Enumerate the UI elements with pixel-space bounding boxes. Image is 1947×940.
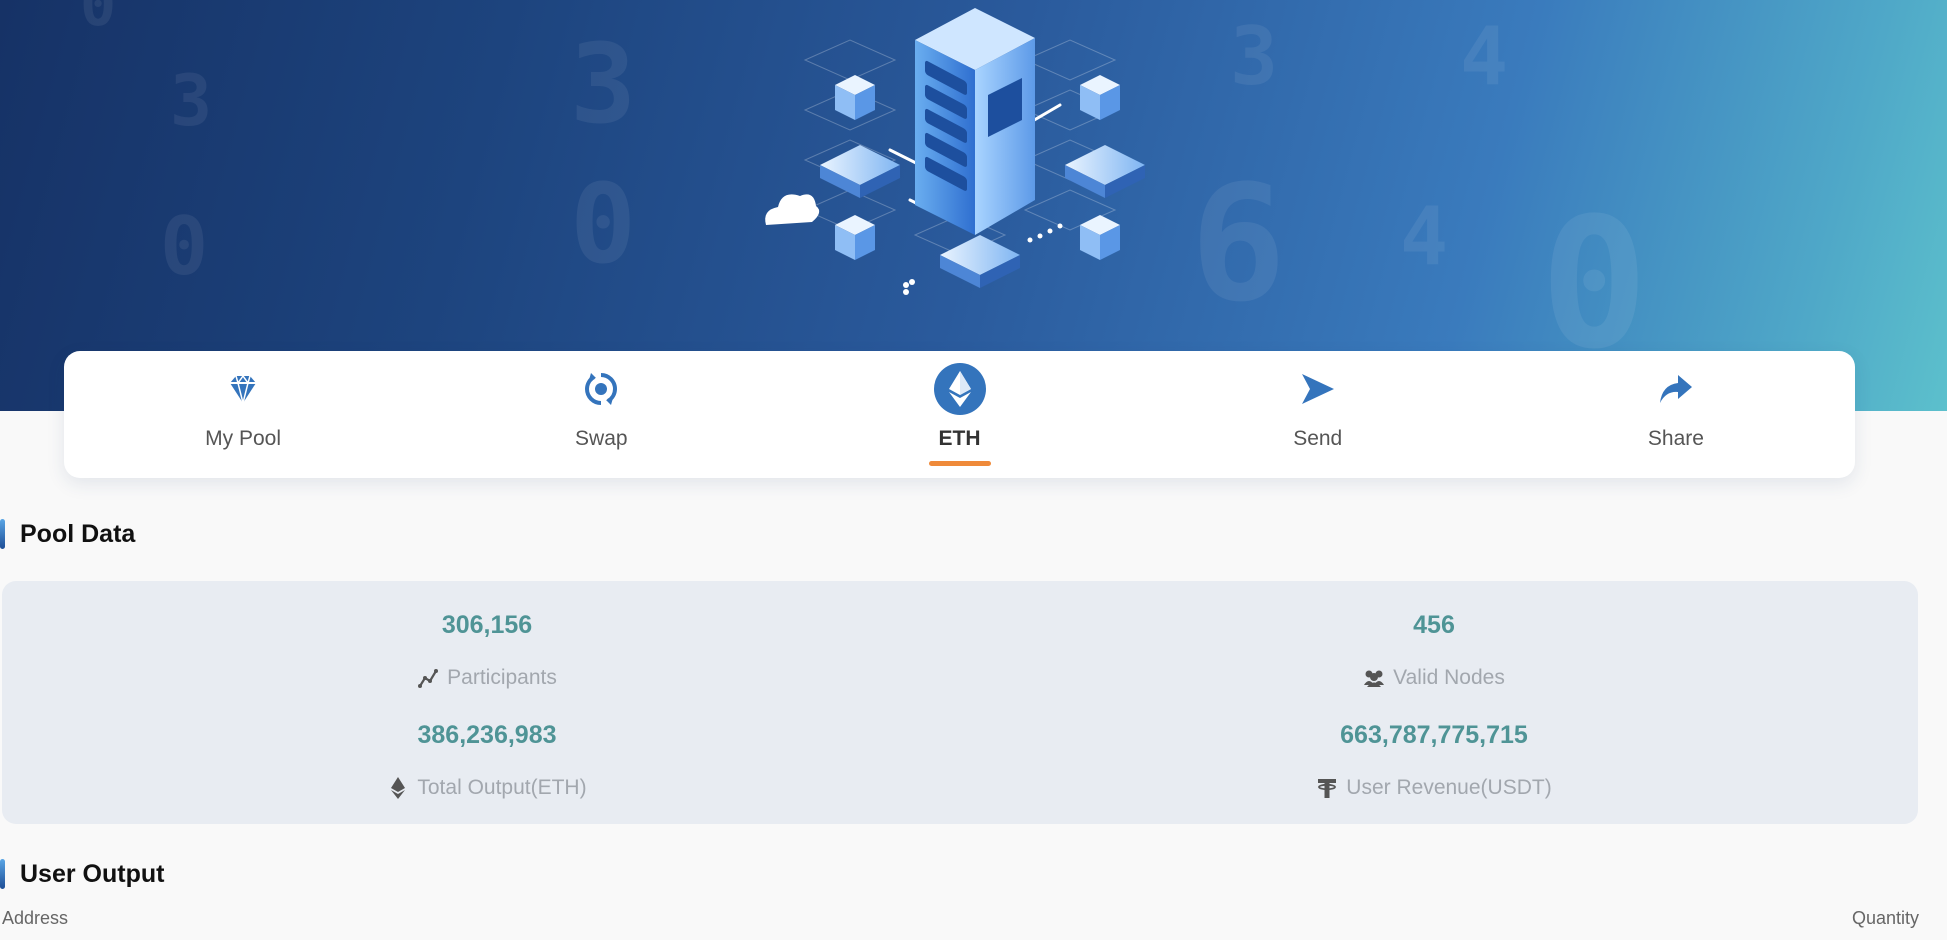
active-tab-indicator bbox=[928, 461, 991, 466]
stat-value: 456 bbox=[1413, 611, 1455, 639]
pool-stats-panel: 306,156 Participants 456 Valid Nodes 386… bbox=[2, 581, 1918, 824]
swap-cycle-icon bbox=[573, 361, 629, 417]
section-title: Pool Data bbox=[20, 519, 136, 548]
send-arrow-icon bbox=[1290, 361, 1346, 417]
stat-user-revenue: 663,787,775,715 User Revenue(USDT) bbox=[1134, 721, 1734, 800]
stat-label: Total Output(ETH) bbox=[417, 776, 587, 799]
nav-item-share[interactable]: Share bbox=[1497, 351, 1855, 478]
stat-valid-nodes: 456 Valid Nodes bbox=[1134, 611, 1734, 690]
nav-item-eth[interactable]: ETH bbox=[780, 351, 1138, 478]
nav-label: Swap bbox=[575, 427, 628, 450]
action-nav-bar: My Pool Swap ETH Send Share bbox=[64, 351, 1855, 478]
nav-label: ETH bbox=[938, 427, 981, 450]
tether-icon bbox=[1316, 777, 1338, 799]
hero-banner: 0 3 0 3 0 6 3 4 4 0 bbox=[0, 0, 1947, 411]
app-root: 0 3 0 3 0 6 3 4 4 0 My Pool Swap ETH Sen… bbox=[0, 0, 1947, 940]
chart-line-icon bbox=[417, 667, 439, 689]
ethereum-small-icon bbox=[387, 777, 409, 799]
column-header-address: Address bbox=[2, 908, 69, 928]
nav-item-swap[interactable]: Swap bbox=[422, 351, 780, 478]
server-network-illustration bbox=[765, 8, 1145, 295]
stat-value: 306,156 bbox=[441, 611, 533, 639]
ethereum-icon bbox=[932, 361, 988, 417]
stat-label: User Revenue(USDT) bbox=[1346, 776, 1552, 799]
stat-label: Valid Nodes bbox=[1393, 666, 1505, 689]
stat-total-output: 386,236,983 Total Output(ETH) bbox=[187, 721, 787, 800]
section-accent-bar bbox=[0, 859, 5, 889]
users-icon bbox=[1363, 667, 1385, 689]
stat-label: Participants bbox=[447, 666, 557, 689]
nav-label: Send bbox=[1293, 427, 1343, 450]
nav-label: Share bbox=[1647, 427, 1704, 450]
section-title: User Output bbox=[20, 859, 165, 888]
nav-item-send[interactable]: Send bbox=[1139, 351, 1497, 478]
stat-value: 386,236,983 bbox=[417, 721, 557, 749]
nav-label: My Pool bbox=[205, 427, 282, 450]
column-header-quantity: Quantity bbox=[1851, 908, 1919, 928]
section-accent-bar bbox=[0, 519, 5, 549]
pool-data-heading: Pool Data bbox=[0, 519, 135, 549]
stat-participants: 306,156 Participants bbox=[187, 611, 787, 690]
stat-value: 663,787,775,715 bbox=[1340, 721, 1528, 749]
share-arrow-icon bbox=[1648, 361, 1704, 417]
nav-item-my-pool[interactable]: My Pool bbox=[64, 351, 422, 478]
user-output-heading: User Output bbox=[0, 859, 164, 889]
diamond-icon bbox=[215, 361, 271, 417]
